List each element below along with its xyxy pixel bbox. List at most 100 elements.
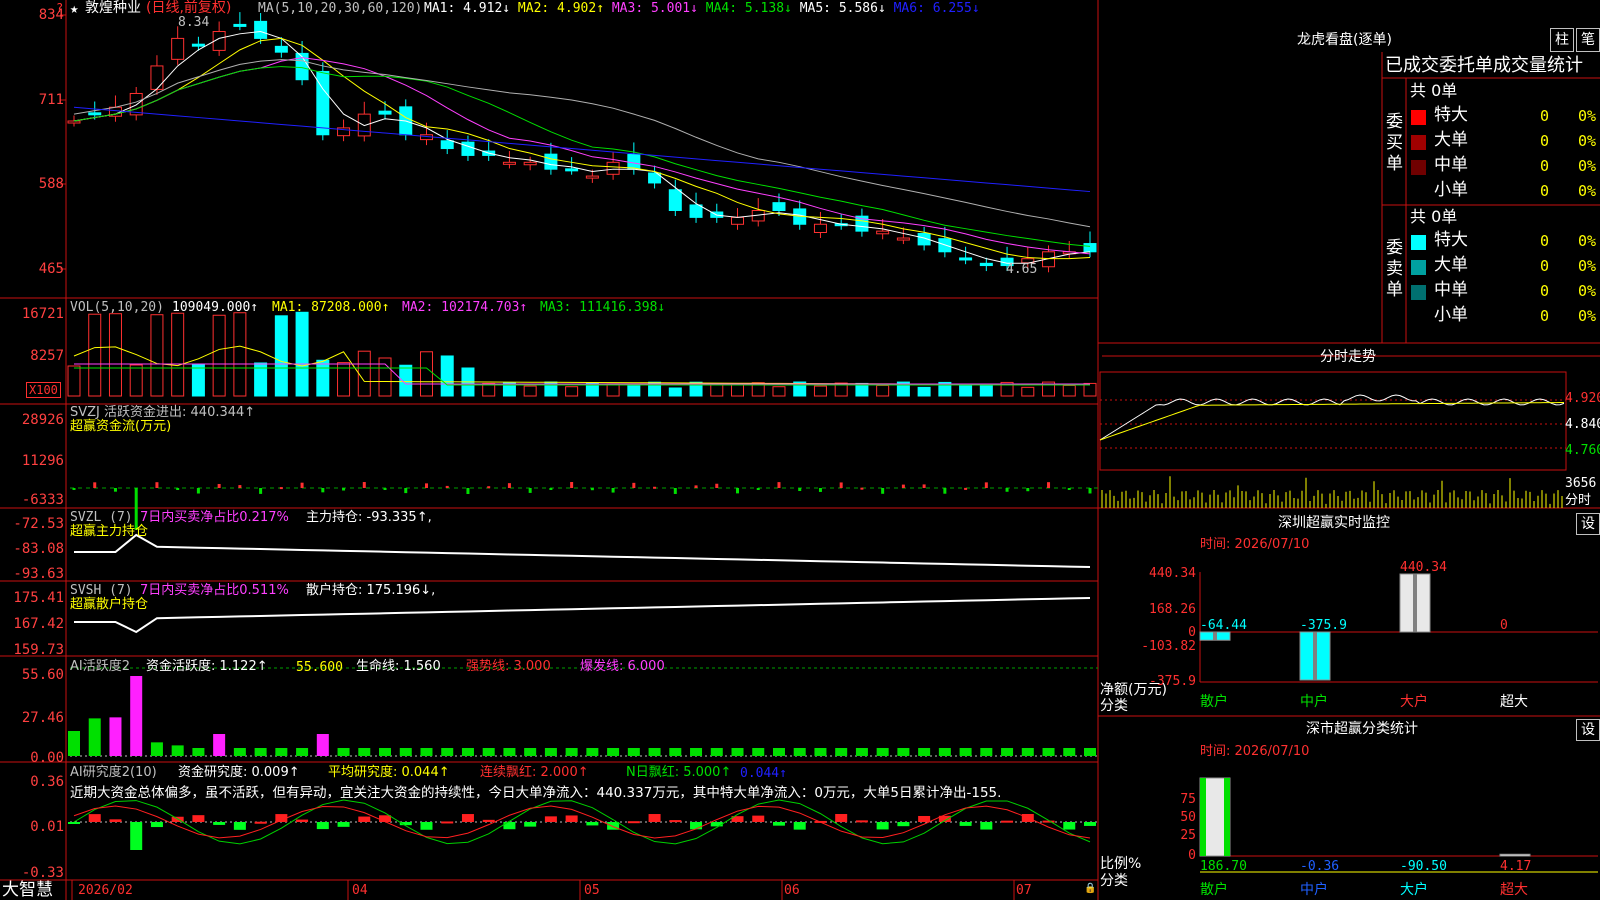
ai-research-bar-19 [461, 814, 474, 822]
ai-active-bar-41 [918, 748, 931, 756]
ai-research-bar-30 [690, 822, 703, 830]
vol-bar-22 [523, 385, 537, 397]
ma1-line [73, 31, 1091, 264]
date-06: 06 [784, 883, 800, 898]
ai-research-bar-7 [213, 822, 226, 825]
sz-axis-3: 0 [1188, 625, 1196, 640]
ai-research-axis-2: 0.01 [30, 819, 64, 835]
ai-active-bar-0 [68, 731, 80, 756]
svzj-bar-39 [881, 488, 885, 494]
svzj-bar-23 [549, 488, 553, 490]
svzj-bar-25 [590, 488, 594, 491]
svzj-bar-31 [715, 483, 719, 488]
vol-bar-8 [233, 312, 247, 397]
sz-time: 时间: 2026/07/10 [1200, 537, 1310, 552]
ai-active-bar-26 [607, 748, 620, 756]
ai-active-bar-30 [690, 748, 703, 756]
ai-active-v4: 强势线: 3.000 [466, 659, 551, 674]
price-axis-711: 711 [38, 92, 64, 108]
candle-23 [544, 153, 558, 170]
sell-side-label: 委卖单 [1386, 238, 1403, 300]
svzj-bar-0 [72, 488, 76, 490]
sz-bar-label-3: 0 [1500, 618, 1508, 633]
date-04: 04 [352, 883, 368, 898]
ai-research-bar-2 [109, 819, 122, 822]
ai-research-bar-25 [586, 822, 599, 826]
stock-name[interactable]: 敦煌种业 [85, 1, 141, 15]
ai-research-bar-22 [524, 822, 537, 827]
tick-mode-button[interactable]: 笔 [1576, 28, 1600, 52]
ai-active-bar-48 [1063, 748, 1076, 756]
sz-monitor-title: 深圳超赢实时监控 [1278, 515, 1390, 531]
candle-1 [88, 112, 102, 116]
sz-settings-button[interactable]: 设 [1576, 513, 1600, 535]
ai-active-bar-18 [441, 748, 454, 756]
ai-research-bar-34 [772, 822, 785, 826]
bar-mode-button[interactable]: 柱 [1550, 28, 1574, 52]
period-label[interactable]: (日线,前复权) [146, 1, 231, 15]
lock-icon[interactable]: 🔒 [1084, 884, 1096, 894]
sell-total: 共 0单 [1410, 207, 1458, 226]
ai-research-bar-39 [876, 822, 889, 830]
svzj-bar-17 [424, 483, 428, 488]
ai-active-v5: 爆发线: 6.000 [580, 659, 665, 674]
ai-research-bar-37 [835, 814, 848, 822]
ai-active-bar-35 [793, 748, 806, 756]
vol-bar-10 [274, 315, 288, 397]
cls-bar-label-1: -0.36 [1300, 859, 1339, 874]
ma-item-2: MA2: 4.902↑ [517, 1, 612, 16]
ai-active-bar-2 [109, 717, 122, 756]
ai-research-bar-3 [130, 822, 143, 850]
ai-active-bar-42 [938, 748, 951, 756]
ai-research-bar-12 [316, 822, 329, 830]
ai-active-bar-11 [296, 748, 309, 756]
svzj-bar-29 [673, 488, 677, 494]
sell-row-swatch-3 [1411, 285, 1426, 300]
svzj-bar-46 [1026, 488, 1030, 492]
cls-time: 时间: 2026/07/10 [1200, 744, 1310, 759]
ai-research-bar-41 [918, 815, 931, 822]
sz-bar-label-1: -375.9 [1300, 618, 1347, 633]
ai-active-bar-44 [980, 748, 993, 756]
svzj-bar-16 [404, 488, 408, 494]
buy-side-label: 委买单 [1386, 112, 1403, 174]
ai-active-head: AI活跃度2 [70, 659, 130, 674]
cls-cat-3: 超大 [1500, 882, 1528, 898]
ai-active-bar-28 [648, 748, 661, 756]
price-axis-465: 465 [38, 261, 64, 277]
svsh-axis-2: 167.42 [13, 616, 64, 632]
sz-cat-2: 大户 [1400, 693, 1428, 710]
ma3-line [73, 57, 1091, 255]
svzj-bar-28 [653, 486, 657, 489]
svsh-head: SVSH (7) [70, 583, 133, 598]
ai-active-bar-22 [524, 748, 537, 756]
candle-10 [274, 45, 288, 53]
ai-active-bar-19 [461, 748, 474, 756]
candle-21 [502, 161, 516, 165]
ai-research-bar-13 [337, 822, 350, 827]
svzj-bar-48 [1067, 488, 1071, 490]
ai-research-bar-18 [441, 821, 454, 824]
cls-settings-button[interactable]: 设 [1576, 719, 1600, 741]
vol-bar-32 [731, 383, 745, 397]
ai-active-bar-47 [1042, 748, 1055, 756]
ai-active-bar-49 [1084, 748, 1096, 756]
ai-research-bar-21 [503, 822, 516, 830]
svsh-hold: 散户持仓: 175.196↓, [306, 583, 436, 598]
buy-row-name-1: 特大 [1434, 105, 1468, 125]
vol-ma2-line [74, 363, 1090, 385]
svsh-sub: 超赢散户持仓 [70, 597, 149, 612]
svsh-line [74, 596, 1091, 634]
candle-26 [606, 161, 620, 175]
candle-18 [440, 140, 454, 150]
ai-research-v3: 连续飘红: 2.000↑ [480, 765, 589, 780]
buy-row-swatch-2 [1411, 135, 1426, 150]
svzj-bar-38 [860, 487, 864, 490]
ai-research-v2: 平均研究度: 0.044↑ [328, 765, 450, 780]
star-icon[interactable]: ★ [70, 2, 78, 16]
svzj-bar-26 [611, 488, 615, 493]
vol-bar-24 [565, 386, 579, 397]
svzj-bar-44 [984, 482, 988, 488]
cls-bar-3 [1499, 853, 1531, 857]
svzj-bar-7 [217, 483, 221, 488]
